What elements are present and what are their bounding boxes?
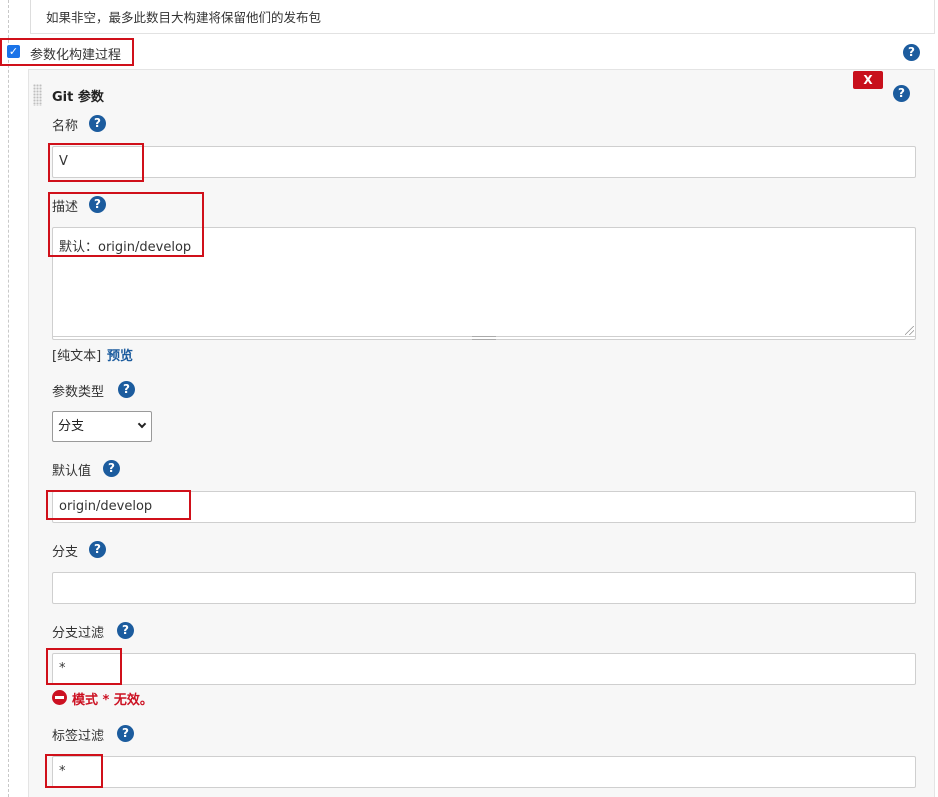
branch-filter-error: 模式 * 无效。 (72, 693, 153, 708)
resize-corner-icon[interactable] (905, 326, 914, 335)
chevron-down-icon (137, 419, 147, 429)
name-input[interactable]: V (52, 146, 916, 178)
git-parameter-panel (28, 69, 935, 797)
git-parameter-title: Git 参数 (52, 90, 104, 105)
highlight-box-default-value (46, 490, 191, 520)
help-icon-param-type[interactable]: ? (118, 381, 135, 398)
branch-filter-input[interactable]: * (52, 653, 916, 685)
param-type-select[interactable]: 分支 (52, 411, 152, 442)
highlight-box-parameterized (0, 38, 134, 66)
help-icon-name[interactable]: ? (89, 115, 106, 132)
help-icon-git-parameter[interactable]: ? (893, 85, 910, 102)
highlight-box-name (48, 143, 144, 182)
highlight-box-tag-filter (45, 754, 103, 788)
param-type-selected: 分支 (58, 419, 85, 434)
branch-label: 分支 (52, 545, 79, 560)
help-icon-tag-filter[interactable]: ? (117, 725, 134, 742)
max-artifacts-help-text: 如果非空，最多此数目大构建将保留他们的发布包 (46, 10, 322, 25)
param-type-label: 参数类型 (52, 385, 105, 400)
preview-link[interactable]: 预览 (107, 345, 133, 364)
plain-text-format-label: [纯文本] (52, 349, 102, 364)
help-icon-parameterized[interactable]: ? (903, 44, 920, 61)
help-icon-default-value[interactable]: ? (103, 460, 120, 477)
delete-parameter-button[interactable]: X (853, 71, 883, 89)
default-value-label: 默认值 (52, 464, 92, 479)
textarea-grip-icon[interactable] (472, 336, 496, 340)
highlight-box-description (48, 192, 204, 257)
drag-handle-icon[interactable] (33, 84, 42, 106)
branch-input[interactable] (52, 572, 916, 604)
section-indent-guide (8, 0, 9, 797)
branch-filter-label: 分支过滤 (52, 626, 105, 641)
error-icon (52, 690, 67, 705)
help-icon-branch-filter[interactable]: ? (117, 622, 134, 639)
name-label: 名称 (52, 119, 79, 134)
highlight-box-branch-filter (46, 648, 122, 685)
tag-filter-input[interactable]: * (52, 756, 916, 788)
tag-filter-label: 标签过滤 (52, 729, 105, 744)
help-icon-branch[interactable]: ? (89, 541, 106, 558)
